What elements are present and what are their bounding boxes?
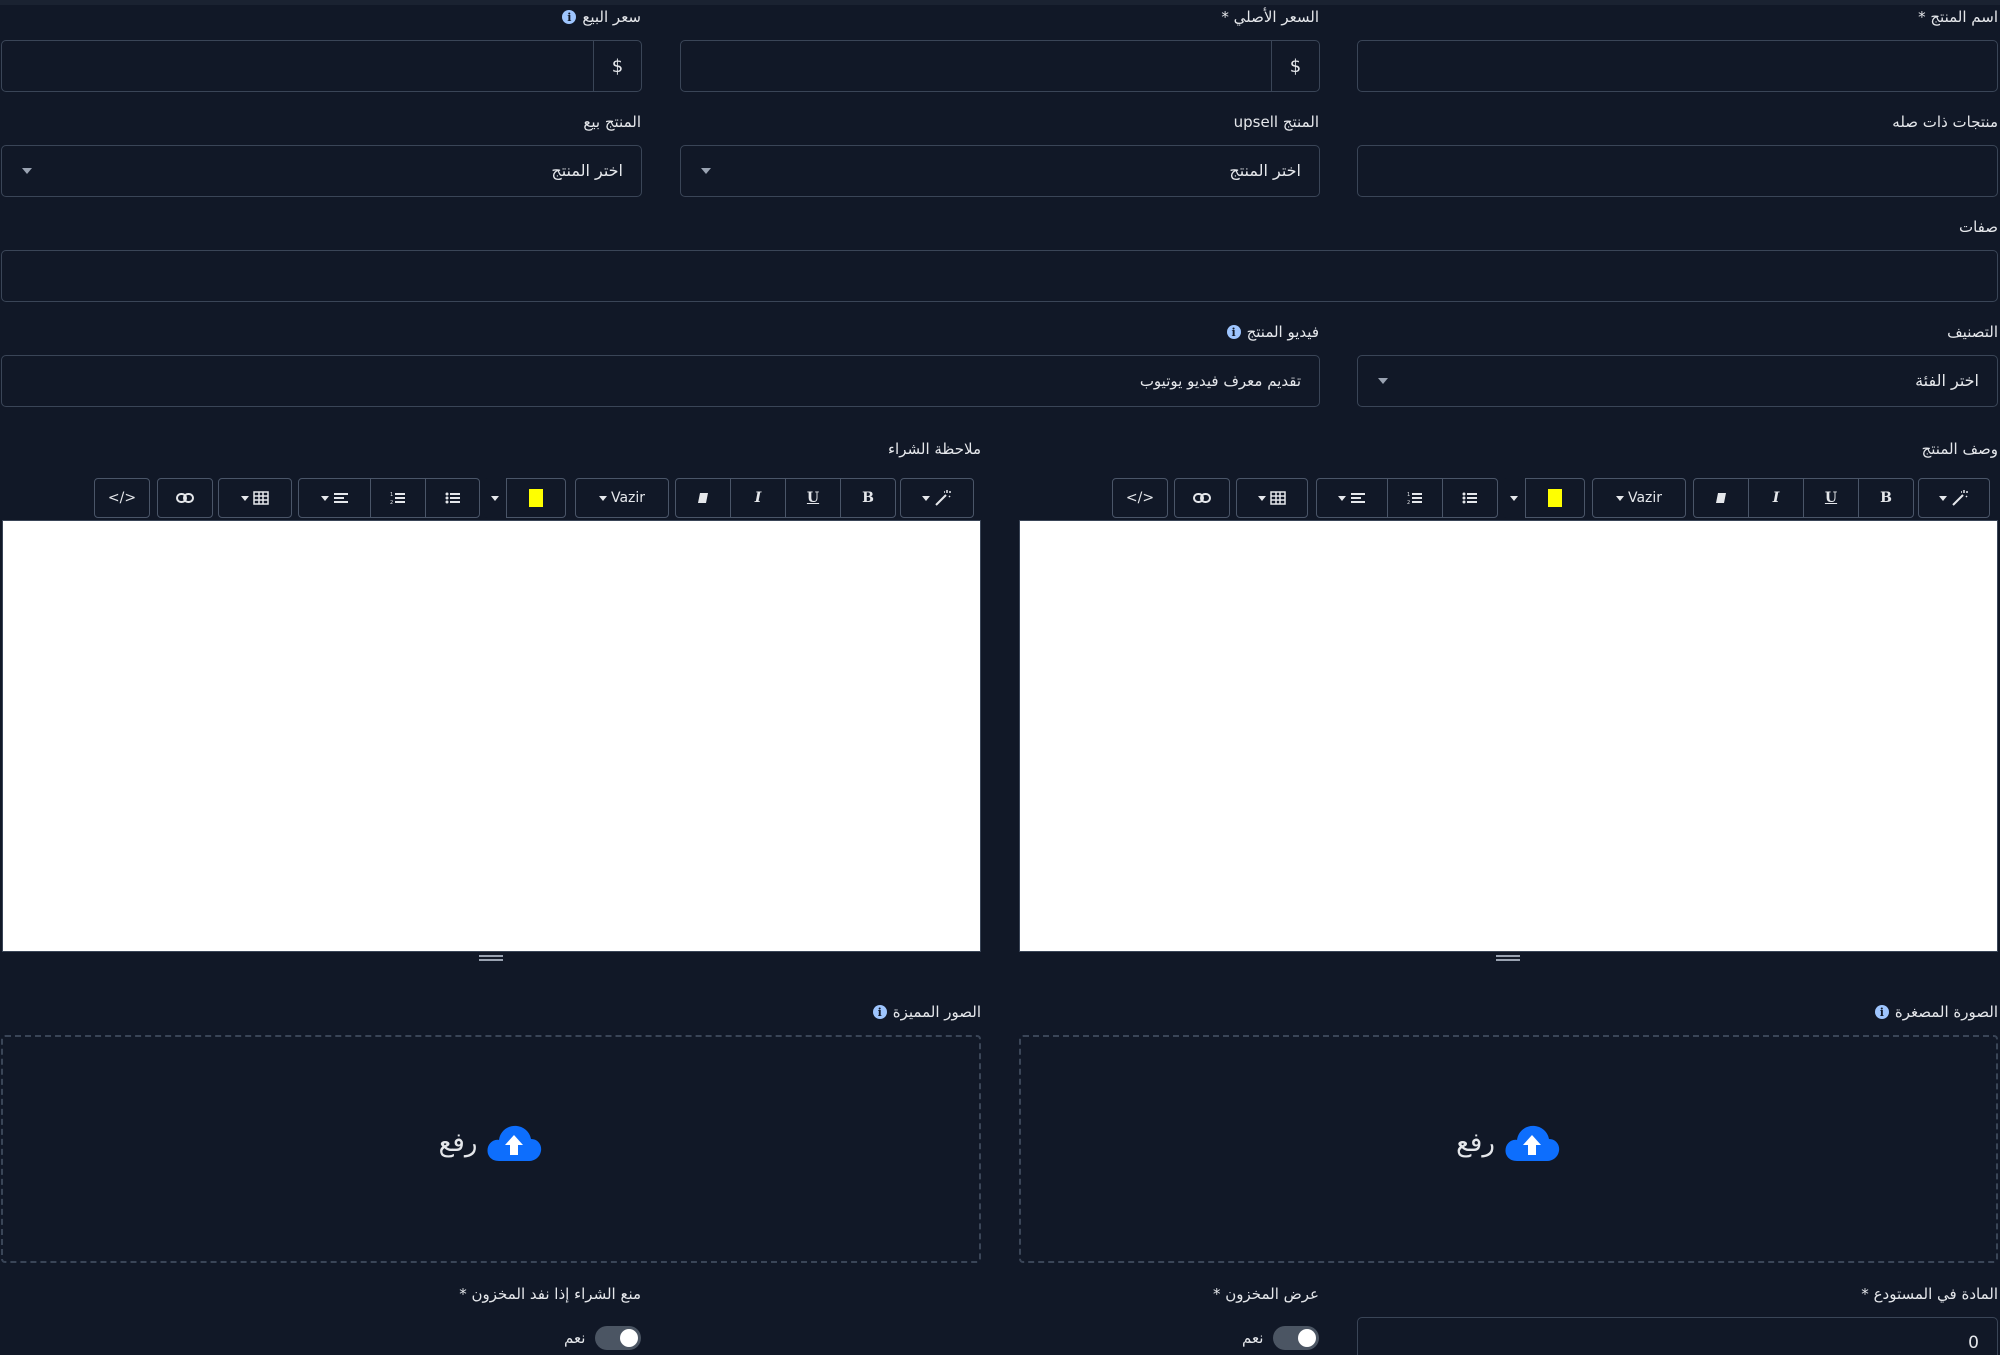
code-view-button[interactable]: </>: [94, 478, 150, 518]
product-name-label: اسم المنتج *: [1918, 8, 1998, 26]
chevron-down-icon: [701, 168, 711, 174]
description-editor-area[interactable]: [1019, 520, 1998, 952]
stock-quantity-input[interactable]: 0: [1357, 1317, 1998, 1355]
resize-handle[interactable]: [1496, 955, 1520, 961]
cloud-upload-icon: [487, 1125, 542, 1161]
italic-button[interactable]: I: [730, 478, 786, 518]
cross-sell-product-label: المنتج بيع: [583, 113, 641, 131]
original-price-label: السعر الأصلي *: [1221, 8, 1319, 26]
show-stock-toggle-wrap: نعم: [1242, 1326, 1320, 1350]
highlight-color-button[interactable]: [506, 478, 566, 518]
paragraph-align-button[interactable]: [298, 478, 371, 518]
upsell-product-label: المنتج upsell: [1233, 113, 1319, 131]
unordered-list-button[interactable]: [425, 478, 480, 518]
stock-quantity-label: المادة في المستودع *: [1861, 1285, 1998, 1303]
magic-wand-icon: [935, 490, 951, 506]
link-button[interactable]: [157, 478, 213, 518]
related-products-input[interactable]: [1357, 145, 1998, 197]
upload-text: رفع: [1456, 1128, 1495, 1158]
show-stock-toggle[interactable]: [1273, 1326, 1320, 1350]
product-name-input[interactable]: [1357, 40, 1998, 92]
info-icon[interactable]: i: [1874, 1005, 1889, 1019]
purchase-note-editor-area[interactable]: [2, 520, 981, 952]
attributes-input[interactable]: [1, 250, 1998, 302]
dollar-addon: $: [1271, 41, 1319, 91]
prevent-purchase-label: منع الشراء إذا نفد المخزون *: [459, 1285, 641, 1303]
resize-handle[interactable]: [479, 955, 503, 961]
info-icon[interactable]: i: [872, 1005, 887, 1019]
thumbnail-label: الصورة المصغرة i: [1874, 1003, 1998, 1021]
clear-format-button[interactable]: [675, 478, 731, 518]
info-icon[interactable]: i: [562, 10, 577, 24]
category-select[interactable]: اختر الفئة: [1357, 355, 1998, 407]
prevent-purchase-toggle-wrap: نعم: [564, 1326, 642, 1350]
cross-sell-product-select[interactable]: اختر المنتج: [1, 145, 642, 197]
dollar-addon: $: [593, 41, 641, 91]
sale-price-label: سعر البيع i: [562, 8, 641, 26]
attributes-label: صفات: [1958, 218, 1998, 236]
color-dropdown-button[interactable]: [484, 478, 506, 518]
link-icon: [176, 493, 194, 503]
purchase-note-label: ملاحظة الشراء: [888, 440, 981, 458]
table-icon: [253, 491, 269, 505]
bold-button[interactable]: B: [840, 478, 896, 518]
ordered-list-button[interactable]: 12: [370, 478, 426, 518]
sale-price-input[interactable]: $: [1, 40, 642, 92]
prevent-purchase-toggle[interactable]: [595, 1326, 642, 1350]
featured-images-dropzone[interactable]: رفع: [1, 1035, 981, 1263]
font-family-dropdown[interactable]: Vazir: [575, 478, 669, 518]
related-products-label: منتجات ذات صله: [1892, 113, 1998, 131]
magic-style-button[interactable]: [900, 478, 974, 518]
highlight-icon: [529, 489, 543, 507]
info-icon[interactable]: i: [1226, 325, 1241, 339]
underline-button[interactable]: U: [785, 478, 841, 518]
svg-text:2: 2: [390, 500, 393, 505]
align-left-icon: [333, 493, 348, 503]
product-video-label: فيديو المنتج i: [1226, 323, 1319, 341]
upsell-product-select[interactable]: اختر المنتج: [680, 145, 1320, 197]
svg-text:1: 1: [390, 492, 393, 498]
cloud-upload-icon: [1505, 1125, 1560, 1161]
top-border: [0, 0, 2000, 5]
chevron-down-icon: [1378, 378, 1388, 384]
bullet-list-icon: [445, 492, 460, 504]
product-video-input[interactable]: تقديم معرف فيديو يوتيوب: [1, 355, 1320, 407]
thumbnail-dropzone[interactable]: رفع: [1019, 1035, 1998, 1263]
featured-images-label: الصور المميزة i: [872, 1003, 981, 1021]
ordered-list-icon: 12: [390, 492, 405, 505]
upload-text: رفع: [438, 1128, 478, 1158]
description-label: وصف المنتج: [1921, 440, 1998, 458]
purchase-note-toolbar: </> 12 Vazir I U B: [0, 478, 2000, 518]
eraser-icon: [698, 493, 708, 503]
table-button[interactable]: [218, 478, 292, 518]
original-price-input[interactable]: $: [680, 40, 1320, 92]
show-stock-label: عرض المخزون *: [1212, 1285, 1319, 1303]
category-label: التصنيف: [1947, 323, 1998, 341]
chevron-down-icon: [22, 168, 32, 174]
